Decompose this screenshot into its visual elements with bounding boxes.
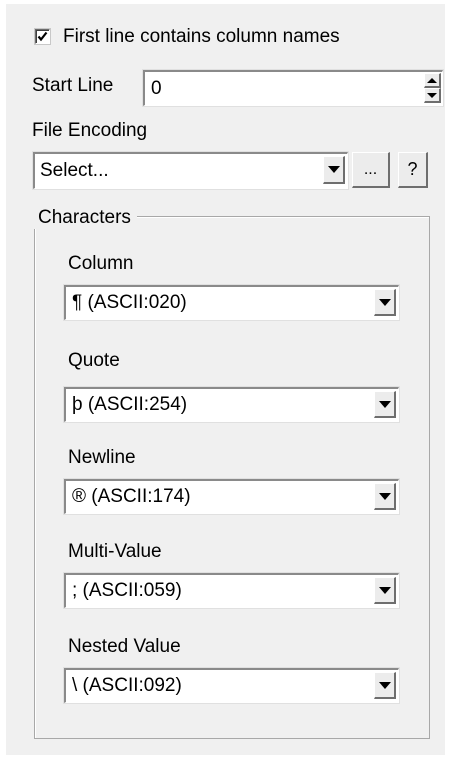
spin-up-icon — [427, 77, 437, 83]
start-line-spinbox[interactable]: 0 — [143, 70, 443, 106]
column-select[interactable]: ¶ (ASCII:020) — [64, 285, 399, 320]
characters-group-title: Characters — [34, 207, 137, 229]
column-dropdown-button[interactable] — [374, 289, 396, 316]
column-value: ¶ (ASCII:020) — [72, 292, 187, 313]
chevron-down-icon — [378, 400, 391, 408]
chevron-down-icon — [378, 298, 391, 306]
nested-value-value: \ (ASCII:092) — [72, 675, 182, 696]
chevron-down-icon — [378, 681, 391, 689]
chevron-down-icon — [378, 586, 391, 594]
checkmark-icon — [37, 31, 48, 42]
chevron-down-icon — [378, 492, 391, 500]
spin-down-button[interactable] — [424, 88, 441, 103]
browse-button-label: ... — [363, 160, 378, 178]
newline-select[interactable]: ® (ASCII:174) — [64, 479, 399, 514]
nested-value-dropdown-button[interactable] — [374, 672, 396, 699]
spin-down-icon — [427, 92, 437, 98]
quote-value: þ (ASCII:254) — [72, 394, 188, 415]
spin-up-button[interactable] — [424, 73, 441, 88]
multi-value-value: ; (ASCII:059) — [72, 580, 182, 601]
quote-select[interactable]: þ (ASCII:254) — [64, 387, 399, 422]
multi-value-dropdown-button[interactable] — [374, 577, 396, 604]
encoding-help-button[interactable]: ? — [398, 152, 428, 188]
browse-encoding-button[interactable]: ... — [352, 152, 390, 188]
start-line-value[interactable]: 0 — [151, 72, 162, 105]
file-encoding-value: Select... — [40, 160, 109, 181]
quote-dropdown-button[interactable] — [374, 391, 396, 418]
first-line-label[interactable]: First line contains column names — [63, 26, 340, 48]
nested-value-label: Nested Value — [68, 636, 181, 657]
multi-value-select[interactable]: ; (ASCII:059) — [64, 573, 399, 608]
nested-value-select[interactable]: \ (ASCII:092) — [64, 668, 399, 703]
file-encoding-label: File Encoding — [32, 120, 148, 141]
newline-label: Newline — [68, 447, 136, 468]
multi-value-label: Multi-Value — [68, 541, 162, 562]
file-encoding-select[interactable]: Select... — [33, 152, 348, 189]
quote-label: Quote — [68, 350, 120, 371]
help-button-label: ? — [407, 159, 418, 179]
first-line-checkbox[interactable] — [35, 29, 50, 44]
newline-dropdown-button[interactable] — [374, 483, 396, 510]
file-encoding-dropdown-button[interactable] — [323, 156, 345, 184]
import-options-panel: First line contains column names Start L… — [6, 4, 445, 755]
start-line-label: Start Line — [32, 75, 114, 96]
column-label: Column — [68, 253, 134, 274]
newline-value: ® (ASCII:174) — [72, 486, 191, 507]
chevron-down-icon — [327, 166, 340, 173]
